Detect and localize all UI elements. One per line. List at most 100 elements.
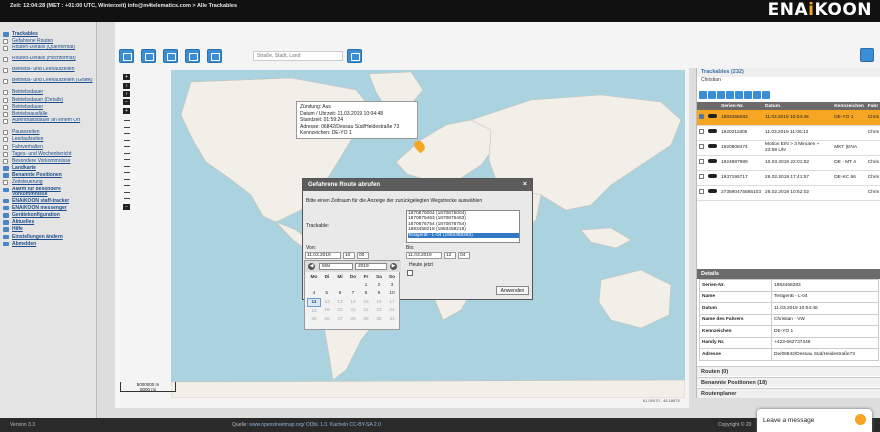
- column-header[interactable]: Datum: [763, 102, 833, 110]
- sidebar-item[interactable]: Routen-Details (Querformat): [3, 45, 93, 56]
- sidebar-item[interactable]: Abmelden: [3, 241, 93, 248]
- sidebar-item[interactable]: Betriebs- und Leerlaufzeiten (Grafik): [3, 78, 93, 89]
- calendar-day[interactable]: 23: [373, 307, 386, 316]
- sidebar-item[interactable]: Betriebsdauer (Details): [3, 97, 93, 104]
- bis-date-input[interactable]: 11.03.2019: [406, 252, 442, 259]
- row-checkbox[interactable]: [699, 173, 704, 179]
- accordion-header[interactable]: Routenplaner: [697, 388, 880, 398]
- table-row[interactable]: 1937195717 26.02.2019 17:41:57 DE-KC 66 Chr…: [697, 170, 880, 186]
- sidebar-item[interactable]: ENAiKOON staff-tracker: [3, 198, 93, 205]
- accordion-header[interactable]: Routen (0): [697, 366, 880, 376]
- zoom-level-tick[interactable]: [124, 139, 130, 141]
- pan-left-button[interactable]: ‹: [123, 83, 130, 89]
- zoom-minus-button[interactable]: −: [123, 204, 130, 210]
- zoom-level-tick[interactable]: [124, 159, 130, 160]
- tool-icon-5[interactable]: [735, 91, 743, 99]
- zoom-level-tick[interactable]: [124, 133, 130, 134]
- calendar-day[interactable]: 6: [334, 290, 347, 299]
- zoom-level-tick[interactable]: [124, 126, 130, 128]
- zoom-level-tick[interactable]: [124, 198, 130, 199]
- calendar-day[interactable]: 18: [308, 307, 321, 316]
- trackables-header[interactable]: Trackables (232): [697, 68, 880, 77]
- sidebar-item[interactable]: Betriebs- und Leerlaufzeiten: [3, 67, 93, 78]
- sidebar-item[interactable]: Tages- und Wochenbericht: [3, 151, 93, 158]
- year-select[interactable]: 2019: [355, 263, 387, 270]
- bis-minute-input[interactable]: 04: [458, 252, 470, 259]
- tool-icon-4[interactable]: [726, 91, 734, 99]
- zoom-level-tick[interactable]: [124, 152, 130, 154]
- close-icon[interactable]: ×: [523, 181, 527, 188]
- calendar-day[interactable]: 1: [360, 281, 373, 290]
- zoom-level-tick[interactable]: [124, 185, 130, 186]
- calendar-day[interactable]: 30: [373, 315, 386, 324]
- zoom-out-button[interactable]: −: [123, 99, 130, 105]
- sidebar-item[interactable]: Leerlaufzeiten: [3, 136, 93, 143]
- bis-hour-input[interactable]: 12: [444, 252, 456, 259]
- calendar-day[interactable]: 28: [347, 315, 360, 324]
- zoom-level-tick[interactable]: [124, 165, 130, 167]
- calendar-day[interactable]: 9: [373, 290, 386, 299]
- chat-widget[interactable]: Leave a message: [757, 409, 872, 432]
- map-tool-button-2[interactable]: [141, 49, 156, 63]
- month-select[interactable]: Mär: [319, 263, 353, 270]
- zoom-level-tick[interactable]: [124, 146, 130, 147]
- calendar-day[interactable]: 3: [386, 281, 399, 290]
- source-link[interactable]: www.openstreetmap.org/ ODbL 1.0. Kacheln…: [249, 422, 381, 428]
- globe-button[interactable]: [207, 49, 222, 63]
- calendar-day[interactable]: 10: [386, 290, 399, 299]
- address-search-input[interactable]: [253, 51, 343, 61]
- calendar-day[interactable]: 4: [308, 290, 321, 299]
- table-row[interactable]: 1920211805 11.03.2019 11:06:12 Chris: [697, 125, 880, 141]
- calendar-day[interactable]: 16: [373, 298, 386, 307]
- zoom-level-tick[interactable]: [124, 191, 130, 193]
- trackable-option[interactable]: Testgerät - L-04 (1883458283): [408, 232, 519, 239]
- zoom-plus-button[interactable]: +: [123, 108, 130, 114]
- von-date-input[interactable]: 11.03.2019: [305, 252, 341, 259]
- calendar-day[interactable]: 11: [307, 297, 321, 307]
- tool-icon-8[interactable]: [762, 91, 770, 99]
- search-button[interactable]: [347, 49, 362, 63]
- sidebar-item[interactable]: ENAiKOON messenger: [3, 205, 93, 212]
- row-checkbox[interactable]: [699, 158, 704, 164]
- trackable-listbox[interactable]: 1870875004 (1870875004) 1870875463 (18708…: [406, 210, 520, 243]
- calendar-day[interactable]: 27: [334, 315, 347, 324]
- sidebar-item[interactable]: Trackables: [3, 31, 93, 38]
- calendar-day[interactable]: 26: [321, 315, 334, 324]
- sidebar-item[interactable]: Landkarte: [3, 165, 93, 172]
- table-row[interactable]: 1924987989 10.03.2019 22:01:52 DE - MT 4 Ch…: [697, 155, 880, 171]
- tool-icon-2[interactable]: [708, 91, 716, 99]
- calendar-day[interactable]: 19: [321, 307, 334, 316]
- calendar-day[interactable]: 21: [347, 307, 360, 316]
- column-header[interactable]: [706, 102, 719, 110]
- sidebar-item[interactable]: Gefahrene Routen: [3, 38, 93, 45]
- next-month-icon[interactable]: ▶: [390, 263, 397, 270]
- apply-button[interactable]: Anwenden: [496, 286, 529, 295]
- tool-icon-6[interactable]: [744, 91, 752, 99]
- sidebar-item[interactable]: Besondere Vorkommnisse: [3, 158, 93, 165]
- calendar-day[interactable]: 22: [360, 307, 373, 316]
- heute-checkbox[interactable]: [407, 270, 413, 276]
- calendar-day[interactable]: 12: [321, 298, 334, 307]
- calendar-day[interactable]: 31: [386, 315, 399, 324]
- sidebar-item[interactable]: Aktuelles: [3, 219, 93, 226]
- sidebar-item[interactable]: Routen-Details (Hochformat): [3, 56, 93, 67]
- column-header[interactable]: Serien-Nr.: [719, 102, 764, 110]
- map-layers-button[interactable]: [860, 48, 874, 62]
- map-tool-button-3[interactable]: [163, 49, 178, 63]
- calendar-day[interactable]: 24: [386, 307, 399, 316]
- table-row[interactable]: 1920908474 Motion EIN > 3 Minuten + 23:59…: [697, 140, 880, 156]
- zoom-level-tick[interactable]: [124, 178, 130, 180]
- table-row[interactable]: 1883458283 11.03.2019 10:04:48 DE-YO 1 Chri…: [697, 110, 880, 126]
- zoom-in-button[interactable]: +: [123, 74, 130, 80]
- row-checkbox[interactable]: [699, 128, 704, 134]
- calendar-day[interactable]: 29: [360, 315, 373, 324]
- tool-icon-7[interactable]: [753, 91, 761, 99]
- calendar-day[interactable]: 17: [386, 298, 399, 307]
- von-hour-input[interactable]: 10: [343, 252, 355, 259]
- table-row[interactable]: 273590475585103 28.02.2019 10:52:02 Chris: [697, 185, 880, 201]
- column-header[interactable]: [697, 102, 706, 110]
- sidebar-item[interactable]: Gerätekonfiguration: [3, 212, 93, 219]
- column-header[interactable]: Fahr: [865, 102, 880, 110]
- sidebar-item[interactable]: Alarm für besondere Vorkommnisse: [3, 187, 93, 198]
- sidebar-item[interactable]: Betriebsausfälle: [3, 111, 93, 118]
